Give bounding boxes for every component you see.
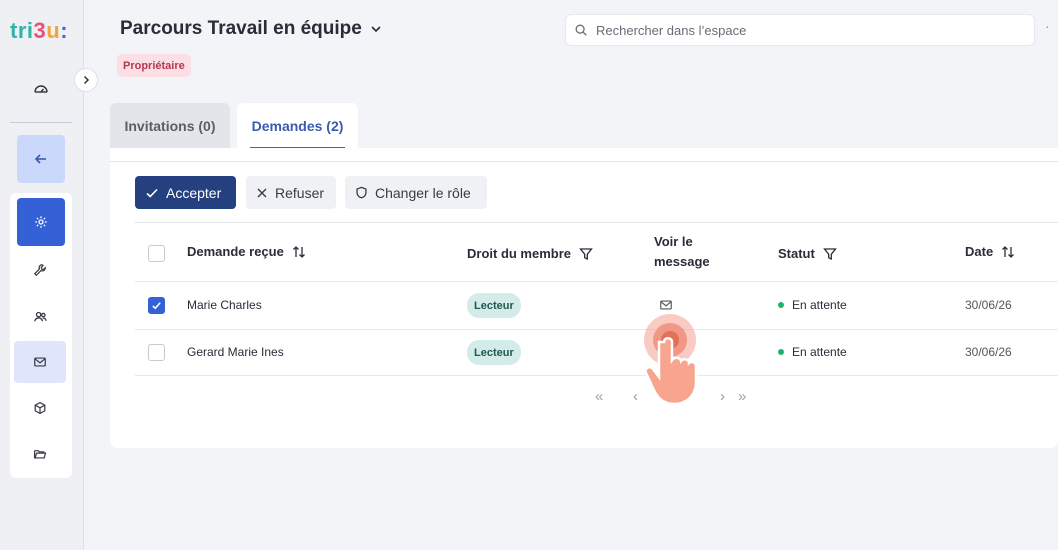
chevron-down-icon bbox=[371, 26, 381, 33]
row-checkbox[interactable] bbox=[148, 297, 165, 314]
column-header-label: Voir le bbox=[654, 234, 693, 249]
mail-icon[interactable] bbox=[659, 298, 673, 312]
dashboard-icon[interactable] bbox=[30, 78, 52, 100]
row-checkbox[interactable] bbox=[148, 344, 165, 361]
divider bbox=[110, 161, 1058, 162]
filter-icon[interactable] bbox=[822, 247, 837, 261]
users-icon bbox=[33, 311, 47, 321]
status-label: En attente bbox=[792, 298, 847, 312]
column-header-label: Demande reçue bbox=[187, 244, 284, 259]
role-pill: Lecteur bbox=[467, 293, 521, 318]
sidebar-item-members[interactable] bbox=[14, 295, 66, 337]
column-header-label: Droit du membre bbox=[467, 246, 572, 261]
change-role-button[interactable]: Changer le rôle bbox=[345, 176, 487, 209]
select-all-checkbox[interactable] bbox=[148, 245, 165, 262]
tab-invitations[interactable]: Invitations (0) bbox=[110, 103, 230, 149]
search-bar[interactable] bbox=[565, 14, 1035, 46]
sort-icon[interactable] bbox=[292, 245, 306, 259]
back-button[interactable] bbox=[17, 135, 65, 183]
requester-name: Gerard Marie Ines bbox=[187, 345, 284, 359]
arrow-left-icon bbox=[34, 154, 46, 164]
column-header-message: Voir le message bbox=[654, 232, 710, 272]
status-dot bbox=[778, 302, 784, 308]
chevron-right-icon bbox=[83, 75, 90, 85]
status-dot bbox=[778, 349, 784, 355]
page-title-dropdown[interactable]: Parcours Travail en équipe bbox=[120, 18, 382, 40]
sidebar-nav bbox=[10, 193, 72, 478]
shield-icon bbox=[356, 186, 367, 199]
logo-part: : bbox=[60, 18, 69, 43]
column-header-date[interactable]: Date bbox=[965, 242, 1015, 262]
sidebar-item-requests[interactable] bbox=[14, 341, 66, 383]
role-badge: Propriétaire bbox=[117, 54, 191, 77]
check-icon bbox=[146, 188, 158, 198]
search-icon bbox=[575, 24, 587, 36]
check-icon bbox=[152, 302, 161, 310]
sidebar-item-tools[interactable] bbox=[14, 249, 66, 291]
filter-icon[interactable] bbox=[579, 247, 593, 261]
accept-button[interactable]: Accepter bbox=[135, 176, 236, 209]
logo-part: 3 bbox=[33, 18, 47, 43]
column-header-label: message bbox=[654, 254, 710, 269]
sidebar-item-files[interactable] bbox=[14, 433, 66, 475]
wrench-icon bbox=[33, 264, 46, 277]
status-badge: En attente bbox=[778, 298, 847, 312]
refuse-label: Refuser bbox=[275, 184, 325, 201]
request-date: 30/06/26 bbox=[965, 298, 1012, 312]
request-date: 30/06/26 bbox=[965, 345, 1012, 359]
pagination-last-button[interactable]: » bbox=[738, 388, 746, 405]
change-role-label: Changer le rôle bbox=[375, 184, 471, 201]
logo-part: tri bbox=[10, 18, 34, 43]
accept-label: Accepter bbox=[166, 184, 222, 201]
divider bbox=[135, 375, 1058, 376]
column-header-label: Statut bbox=[778, 246, 815, 261]
sidebar: tri3u: bbox=[0, 0, 84, 550]
sort-icon[interactable] bbox=[1001, 245, 1015, 259]
expand-sidebar-button[interactable] bbox=[74, 68, 98, 92]
close-icon bbox=[257, 188, 267, 197]
column-header-label: Date bbox=[965, 244, 994, 259]
table-row[interactable]: Gerard Marie Ines Lecteur En attente 30/… bbox=[135, 329, 1058, 376]
column-header-request[interactable]: Demande reçue bbox=[187, 242, 306, 262]
header-overflow: · bbox=[1045, 18, 1050, 34]
table-row[interactable]: Marie Charles Lecteur En attente 30/06/2… bbox=[135, 282, 1058, 329]
pagination-first-button[interactable]: « bbox=[595, 388, 603, 405]
requests-panel: Accepter Refuser Changer le rôle Demande… bbox=[110, 148, 1058, 448]
status-badge: En attente bbox=[778, 345, 847, 359]
cube-icon bbox=[34, 401, 46, 415]
mail-icon[interactable] bbox=[659, 345, 673, 359]
search-input[interactable] bbox=[596, 22, 1016, 38]
pagination-next-button[interactable]: › bbox=[720, 388, 725, 405]
sidebar-item-resources[interactable] bbox=[14, 387, 66, 429]
column-header-status[interactable]: Statut bbox=[778, 244, 837, 264]
divider bbox=[135, 222, 1058, 223]
column-header-role[interactable]: Droit du membre bbox=[467, 244, 593, 264]
sidebar-divider bbox=[10, 122, 72, 123]
gear-icon bbox=[35, 216, 47, 228]
folder-icon bbox=[33, 450, 47, 459]
mail-icon bbox=[34, 357, 46, 367]
role-pill: Lecteur bbox=[467, 340, 521, 365]
status-label: En attente bbox=[792, 345, 847, 359]
tab-requests-label: Demandes (2) bbox=[251, 118, 344, 134]
app-logo[interactable]: tri3u: bbox=[10, 18, 68, 44]
sidebar-item-settings[interactable] bbox=[17, 198, 65, 246]
requester-name: Marie Charles bbox=[187, 298, 262, 312]
page-title: Parcours Travail en équipe bbox=[120, 18, 362, 39]
logo-part: u bbox=[46, 18, 61, 43]
pagination-prev-button[interactable]: ‹ bbox=[633, 388, 638, 405]
refuse-button[interactable]: Refuser bbox=[246, 176, 336, 209]
tab-requests[interactable]: Demandes (2) bbox=[237, 103, 358, 149]
